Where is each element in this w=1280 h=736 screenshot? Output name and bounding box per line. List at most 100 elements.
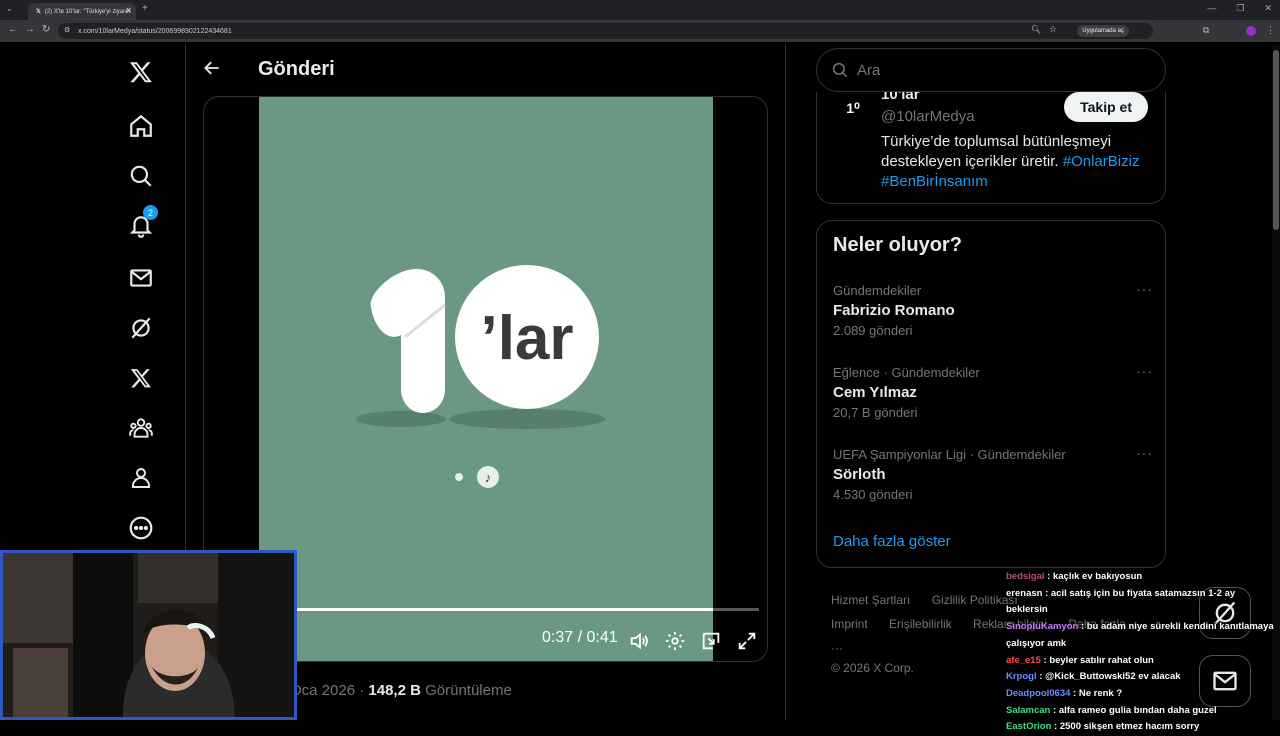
url-text: x.com/10larMedya/status/2006998902122434… [78, 27, 232, 35]
chat-text: : 2500 sikşen etmez hacım sorry [1051, 721, 1200, 733]
chat-username: Krpogl [1006, 671, 1037, 683]
chat-text: : @Kick_Buttowski52 ev alacak [1036, 671, 1181, 683]
view-count: 148,2 B [368, 682, 421, 699]
more-dots-icon[interactable]: ··· [1136, 445, 1153, 461]
chat-username: SinopluKamyon [1006, 621, 1079, 633]
chat-message: Krpogl : @Kick_Buttowski52 ev alacak [1006, 669, 1280, 686]
chat-message: afe_e15 : beyler satılır rahat olun [1006, 653, 1280, 670]
chat-message: Salamcan : alfa rameo gulia bından daha … [1006, 703, 1280, 720]
chat-username: afe_e15 [1006, 654, 1041, 666]
logo-text: ’lar [480, 304, 573, 373]
post-meta: Oca 2026 · 148,2 B Görüntüleme [290, 682, 512, 699]
forward-nav-icon[interactable]: → [25, 24, 35, 35]
fullscreen-icon[interactable] [736, 629, 758, 653]
home-icon[interactable] [127, 112, 155, 140]
chat-message: Deadpool0634 : Ne renk ? [1006, 686, 1280, 703]
stream-chat: bedsigal : kaçlık ev bakıyosun erenasn : … [1006, 569, 1280, 736]
notifications-bell-icon[interactable]: 2 [127, 205, 158, 240]
page-title: Gönderi [258, 58, 335, 80]
video-content: ’lar ♪ [259, 97, 713, 661]
chat-username: Salamcan [1006, 704, 1051, 716]
tenlar-logo: ’lar ♪ [356, 265, 605, 488]
chat-text: : Ne renk ? [1070, 687, 1123, 699]
profile-card: 1⁰ 10'lar @10larMedya Takip et Türkiye’d… [816, 92, 1166, 204]
close-tab-icon[interactable]: ✕ [125, 6, 132, 15]
footer-privacy-link[interactable]: Gizlilik Politikası [932, 593, 1018, 607]
restore-icon[interactable]: ❐ [1236, 3, 1244, 14]
premium-x-icon[interactable] [127, 364, 155, 392]
footer-accessibility-link[interactable]: Erişilebilirlik [889, 617, 952, 631]
webcam-overlay [0, 550, 297, 720]
footer-imprint-link[interactable]: Imprint [831, 617, 868, 631]
search-icon[interactable] [127, 162, 155, 190]
settings-gear-icon[interactable] [664, 629, 686, 653]
chat-message: EastOrion : 2500 sikşen etmez hacım sorr… [1006, 719, 1280, 736]
menu-icon[interactable]: ⋮ [1266, 25, 1275, 36]
new-tab-icon[interactable]: + [142, 3, 148, 14]
zoom-icon[interactable]: 🔍︎ [1031, 25, 1041, 34]
bookmark-star-icon[interactable]: ☆ [1049, 24, 1057, 35]
chat-username: bedsigal [1006, 571, 1045, 582]
communities-icon[interactable] [127, 414, 155, 442]
more-dots-icon[interactable]: ··· [1136, 281, 1153, 297]
scrollbar-thumb[interactable] [1273, 50, 1279, 230]
profile-icon[interactable] [1246, 26, 1256, 36]
video-progress-bar[interactable] [294, 608, 759, 611]
follow-button[interactable]: Takip et [1064, 92, 1148, 122]
grok-icon[interactable] [127, 314, 155, 342]
search-icon [832, 62, 848, 78]
video-progress-fill [294, 608, 713, 611]
footer-terms-link[interactable]: Hizmet Şartları [831, 593, 910, 607]
chat-message: erenasn : acil satış için bu fiyata sata… [1006, 586, 1276, 619]
reload-icon[interactable]: ↻ [42, 24, 50, 35]
minimize-icon[interactable]: — [1207, 3, 1216, 14]
tab-search-icon[interactable]: ⌄ [6, 4, 13, 13]
chat-text: : kaçlık ev bakıyosun [1044, 571, 1143, 582]
messages-icon[interactable] [127, 264, 155, 292]
svg-text:♪: ♪ [485, 470, 492, 485]
trend-item[interactable]: Gündemdekiler Fabrizio Romano 2.089 gönd… [833, 281, 1153, 338]
chat-username: Deadpool0634 [1006, 687, 1071, 699]
search-box[interactable]: Ara [816, 48, 1166, 92]
profile-name[interactable]: 10'lar [881, 92, 920, 103]
open-in-app-button[interactable]: Uygulamada aç [1077, 25, 1129, 37]
back-nav-icon[interactable]: ← [8, 24, 18, 35]
chat-text: : alfa rameo gulia bından daha guzel [1050, 704, 1217, 716]
chat-username: erenasn [1006, 587, 1043, 599]
chat-message: bedsigal : kaçlık ev bakıyosun [1006, 569, 1280, 586]
profile-icon[interactable] [127, 464, 155, 492]
trends-panel: Neler oluyor? Gündemdekiler Fabrizio Rom… [816, 220, 1166, 568]
x-logo-icon[interactable] [127, 58, 155, 86]
volume-icon[interactable] [628, 629, 650, 653]
browser-tabstrip: ⌄ 𝕏 (2) X'te 10'lar: "Türkiye'yi ziyaret… [0, 0, 1280, 20]
video-time: 0:37 / 0:41 [542, 629, 618, 646]
trend-item[interactable]: UEFA Şampiyonlar Ligi · Gündemdekiler Sö… [833, 445, 1153, 502]
more-dots-icon[interactable]: ··· [1136, 363, 1153, 379]
extensions-icon[interactable]: ⧉ [1203, 25, 1209, 36]
chat-message: SinopluKamyon : bu adam niye sürekli ken… [1006, 619, 1276, 652]
picture-in-picture-icon[interactable] [700, 629, 722, 653]
tab-title: (2) X'te 10'lar: "Türkiye'yi ziyaret [44, 8, 131, 15]
hashtag-link[interactable]: #BenBirİnsanım [881, 173, 988, 190]
profile-avatar[interactable]: 1⁰ [837, 92, 869, 124]
profile-handle[interactable]: @10larMedya [881, 108, 975, 125]
post-date: Oca 2026 [290, 682, 356, 699]
notification-badge: 2 [143, 205, 158, 220]
browser-toolbar: ← → ↻ ⚙ x.com/10larMedya/status/20069989… [0, 20, 1280, 42]
x-favicon-icon: 𝕏 [36, 9, 41, 15]
show-more-link[interactable]: Daha fazla göster [833, 533, 951, 550]
search-placeholder: Ara [857, 61, 881, 79]
browser-tab[interactable]: 𝕏 (2) X'te 10'lar: "Türkiye'yi ziyaret ✕ [28, 3, 136, 20]
more-options-icon[interactable] [127, 514, 155, 542]
trends-title: Neler oluyor? [833, 234, 962, 256]
site-info-icon[interactable]: ⚙ [64, 26, 70, 34]
address-bar[interactable]: ⚙ x.com/10larMedya/status/20069989021224… [58, 23, 1153, 39]
webcam-scene [3, 553, 294, 717]
view-label: Görüntüleme [425, 682, 512, 699]
hashtag-link[interactable]: #OnlarBiziz [1063, 153, 1140, 170]
trend-item[interactable]: Eğlence · Gündemdekiler Cem Yılmaz 20,7 … [833, 363, 1153, 420]
chat-username: EastOrion [1006, 721, 1052, 733]
profile-bio: Türkiye’de toplumsal bütünleşmeyi destek… [881, 133, 1140, 190]
close-window-icon[interactable]: ✕ [1264, 3, 1272, 14]
back-arrow-icon[interactable] [202, 58, 222, 83]
